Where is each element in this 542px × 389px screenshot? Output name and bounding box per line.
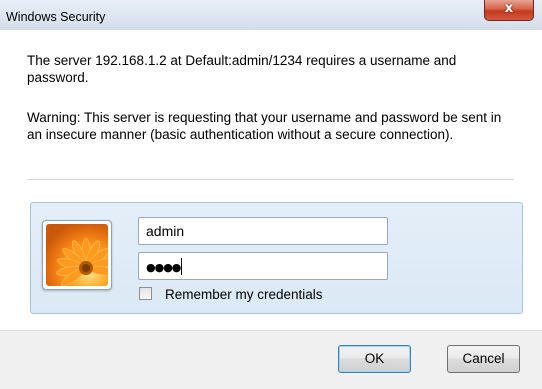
window-title: Windows Security — [6, 10, 106, 24]
separator — [27, 179, 514, 180]
password-field[interactable]: ●●●● — [138, 252, 388, 280]
user-tile-flower-icon — [42, 220, 112, 290]
remember-credentials-checkbox[interactable] — [139, 287, 152, 300]
credential-tile: admin ●●●● Remember my credentials — [30, 202, 523, 314]
title-bar[interactable]: Windows Security x — [0, 0, 542, 30]
button-bar: OK Cancel — [0, 330, 542, 389]
remember-credentials-label[interactable]: Remember my credentials — [165, 287, 323, 302]
ok-button[interactable]: OK — [338, 345, 411, 373]
security-warning: Warning: This server is requesting that … — [27, 110, 502, 142]
cancel-button[interactable]: Cancel — [447, 345, 520, 373]
text-caret — [181, 258, 183, 275]
close-icon: x — [504, 1, 514, 16]
server-message: The server 192.168.1.2 at Default:admin/… — [27, 53, 457, 85]
username-field[interactable]: admin — [138, 217, 388, 245]
dialog-body: The server 192.168.1.2 at Default:admin/… — [0, 30, 542, 330]
password-mask: ●●●● — [146, 261, 181, 274]
close-button[interactable]: x — [484, 0, 534, 21]
